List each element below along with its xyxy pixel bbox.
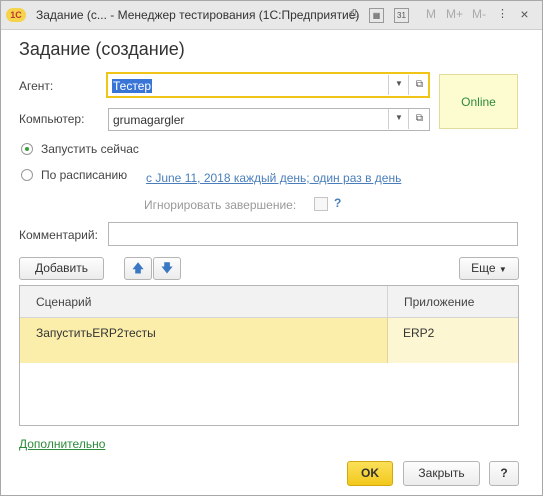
window-title: Задание (с... - Менеджер тестирования (1… bbox=[36, 8, 360, 22]
arrow-up-icon: 🡅 bbox=[131, 261, 145, 275]
add-button[interactable]: Добавить bbox=[19, 257, 104, 280]
column-divider bbox=[387, 286, 388, 317]
schedule-link[interactable]: с June 11, 2018 каждый день; один раз в … bbox=[146, 171, 401, 185]
table-row[interactable]: ЗапуститьERP2тесты ERP2 bbox=[20, 318, 518, 363]
agent-value: Тестер bbox=[112, 79, 153, 93]
run-now-radio[interactable] bbox=[21, 143, 33, 155]
chevron-down-icon: ▼ bbox=[498, 265, 507, 274]
ignore-completion-checkbox[interactable] bbox=[314, 197, 328, 211]
more-label: Еще bbox=[471, 261, 496, 275]
calendar-icon[interactable]: 31 bbox=[394, 8, 409, 23]
table-header: Сценарий Приложение bbox=[20, 286, 518, 318]
computer-label: Компьютер: bbox=[19, 112, 85, 126]
open-icon[interactable]: ⧉ bbox=[408, 109, 430, 129]
application-value: ERP2 bbox=[403, 326, 435, 340]
page-title: Задание (создание) bbox=[19, 39, 185, 59]
calculator-icon[interactable]: ▦ bbox=[369, 8, 384, 23]
close-icon[interactable]: × bbox=[516, 6, 533, 23]
chevron-down-icon[interactable]: ▼ bbox=[388, 109, 409, 129]
arrow-down-icon: 🡇 bbox=[160, 261, 174, 275]
more-button[interactable]: Еще ▼ bbox=[459, 257, 519, 280]
app-logo-icon: 1С bbox=[6, 8, 26, 22]
column-header-scenario[interactable]: Сценарий bbox=[36, 295, 91, 309]
open-icon[interactable]: ⧉ bbox=[408, 75, 430, 95]
scenarios-table[interactable]: Сценарий Приложение ЗапуститьERP2тесты E… bbox=[19, 285, 519, 426]
status-panel: Online bbox=[439, 74, 518, 129]
schedule-radio[interactable] bbox=[21, 169, 33, 181]
move-down-button[interactable]: 🡇 bbox=[153, 257, 181, 280]
schedule-label: По расписанию bbox=[41, 168, 128, 182]
chevron-down-icon[interactable]: ▼ bbox=[388, 75, 409, 95]
comment-label: Комментарий: bbox=[19, 228, 98, 242]
memory-minus-button[interactable]: M- bbox=[472, 7, 486, 21]
additional-link[interactable]: Дополнительно bbox=[19, 437, 105, 451]
help-button[interactable]: ? bbox=[489, 461, 519, 486]
computer-value: grumagargler bbox=[113, 113, 185, 127]
agent-label: Агент: bbox=[19, 79, 54, 93]
move-up-button[interactable]: 🡅 bbox=[124, 257, 152, 280]
title-bar: 1С Задание (с... - Менеджер тестирования… bbox=[1, 1, 542, 30]
close-button[interactable]: Закрыть bbox=[403, 461, 480, 486]
table-cell-application[interactable]: ERP2 bbox=[388, 318, 518, 363]
column-header-application[interactable]: Приложение bbox=[404, 295, 474, 309]
help-icon[interactable]: ? bbox=[334, 196, 341, 210]
comment-field[interactable] bbox=[108, 222, 518, 246]
online-status: Online bbox=[461, 95, 496, 109]
ignore-completion-label: Игнорировать завершение: bbox=[144, 198, 297, 212]
ok-button[interactable]: OK bbox=[347, 461, 393, 486]
more-icon[interactable]: ⋮ bbox=[494, 6, 511, 23]
run-now-label: Запустить сейчас bbox=[41, 142, 139, 156]
agent-field[interactable]: Тестер ▼ ⧉ bbox=[106, 72, 430, 98]
memory-button[interactable]: M bbox=[426, 7, 436, 21]
scenario-value: ЗапуститьERP2тесты bbox=[36, 326, 156, 340]
memory-plus-button[interactable]: M+ bbox=[446, 7, 463, 21]
print-icon[interactable]: ⎙ bbox=[345, 6, 362, 23]
computer-field[interactable]: grumagargler ▼ ⧉ bbox=[108, 108, 430, 131]
table-cell-scenario[interactable]: ЗапуститьERP2тесты bbox=[20, 318, 388, 363]
dialog-window: 1С Задание (с... - Менеджер тестирования… bbox=[0, 0, 543, 496]
